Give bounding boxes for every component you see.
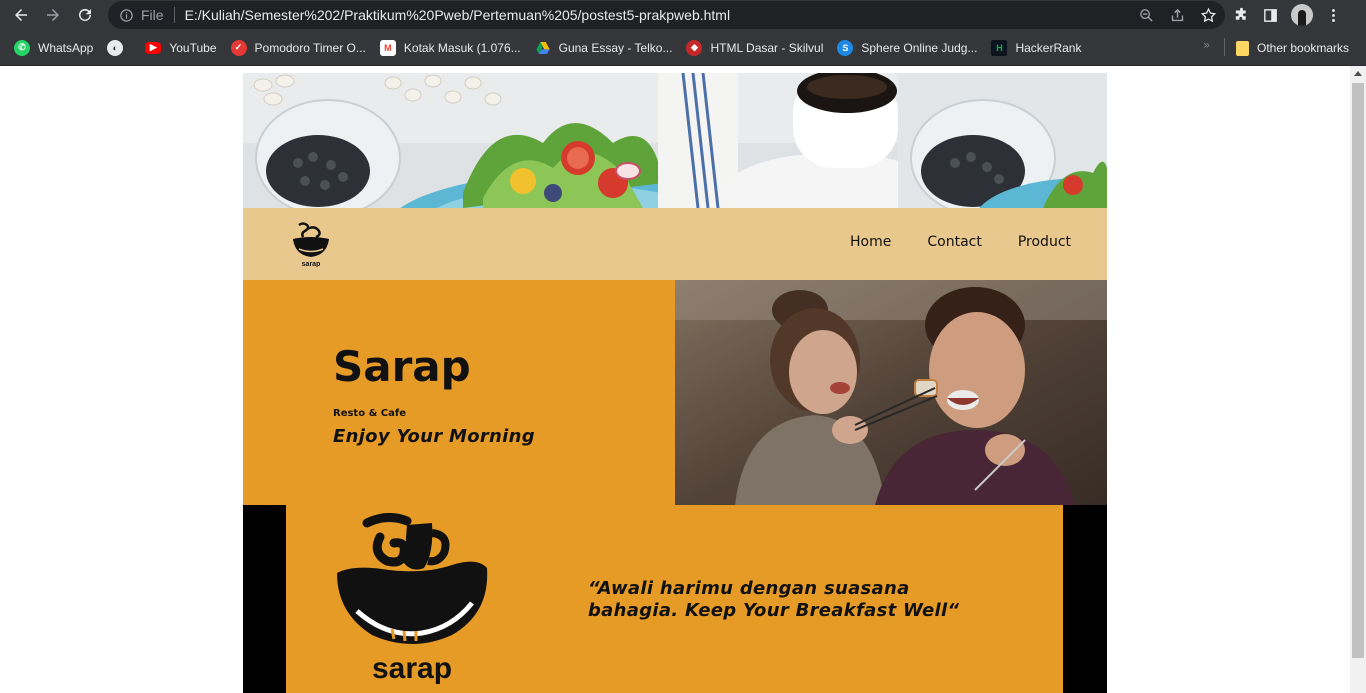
hero-couple-photo [675,280,1107,505]
url-text[interactable]: E:/Kuliah/Semester%202/Praktikum%20Pweb/… [185,7,731,23]
bookmark-pomodoro[interactable]: ✓ Pomodoro Timer O... [225,34,374,62]
bookmark-label: Sphere Online Judg... [861,40,978,55]
bookmark-skilvul[interactable]: ◆ HTML Dasar - Skilvul [680,34,831,62]
more-bookmarks-chevron-icon[interactable]: » [1203,38,1210,52]
bookmark-drive[interactable]: Guna Essay - Telko... [529,34,681,62]
profile-avatar[interactable] [1291,4,1313,26]
youtube-icon: ▶ [145,41,162,54]
nav-link-contact[interactable]: Contact [927,234,981,250]
star-icon[interactable] [1200,7,1217,24]
spoj-icon: S [837,39,854,56]
bookmark-label: Guna Essay - Telko... [558,40,673,55]
scrollbar-thumb[interactable] [1352,83,1364,658]
extensions-icon[interactable] [1233,7,1250,24]
bookmarks-bar: ✆ WhatsApp ◐ ▶ YouTube ✓ Pomodoro Timer … [0,30,1366,66]
info-icon[interactable] [118,7,134,23]
other-bookmarks-label: Other bookmarks [1257,41,1350,55]
whatsapp-icon: ✆ [14,39,30,56]
browser-toolbar: File E:/Kuliah/Semester%202/Praktikum%20… [0,0,1366,30]
reload-button[interactable] [69,0,101,30]
page-viewport: sarap Home Contact Product Sarap Resto &… [0,66,1350,693]
share-icon[interactable] [1169,7,1186,24]
globe-icon: ◐ [107,39,124,56]
arrow-right-icon [47,9,59,21]
menu-kebab-icon[interactable] [1325,7,1342,24]
nav-link-home[interactable]: Home [850,234,891,250]
hackerrank-icon: H [991,39,1008,56]
address-bar[interactable]: File E:/Kuliah/Semester%202/Praktikum%20… [108,1,1225,29]
bookmarks-divider [1224,38,1225,56]
svg-text:sarap: sarap [302,261,321,267]
quote-section: sarap “Awali harimu dengan suasana bahag… [243,505,1107,693]
bookmark-spoj[interactable]: S Sphere Online Judg... [831,34,985,62]
nav-links: Home Contact Product [850,234,1071,250]
url-separator [173,7,175,23]
side-panel-icon[interactable] [1262,7,1279,24]
nav-link-product[interactable]: Product [1018,234,1071,250]
bookmark-label: Pomodoro Timer O... [254,40,366,55]
skilvul-icon: ◆ [686,39,703,56]
bookmark-gmail[interactable]: M Kotak Masuk (1.076... [374,34,529,62]
back-button[interactable] [5,0,37,30]
other-bookmarks[interactable]: Other bookmarks [1230,34,1357,62]
url-scheme-label: File [141,7,164,23]
bookmark-label: WhatsApp [38,40,94,55]
bookmark-globe[interactable]: ◐ [101,34,139,62]
quote-text: “Awali harimu dengan suasana bahagia. Ke… [588,578,960,621]
drive-icon [535,40,551,56]
hero-text-panel: Sarap Resto & Cafe Enjoy Your Morning [243,280,675,505]
hero-subtitle: Resto & Cafe [333,408,406,419]
bookmark-hackerrank[interactable]: H HackerRank [985,34,1089,62]
pomodoro-icon: ✓ [230,39,247,56]
sarap-logo[interactable]: sarap [291,221,331,268]
hero-tagline: Enjoy Your Morning [333,426,535,447]
gmail-icon: M [379,39,396,56]
sarap-large-logo: sarap [332,513,492,688]
quote-panel: sarap “Awali harimu dengan suasana bahag… [286,505,1063,693]
header-banner-image [243,73,1107,208]
navbar: sarap Home Contact Product [243,208,1107,280]
folder-icon [1236,40,1249,56]
bookmark-label: HTML Dasar - Skilvul [710,40,824,55]
website: sarap Home Contact Product Sarap Resto &… [243,73,1107,693]
page-scrollbar[interactable] [1350,66,1366,693]
bookmark-whatsapp[interactable]: ✆ WhatsApp [8,34,101,62]
reload-icon [79,8,91,21]
zoom-icon[interactable] [1138,7,1155,24]
hero-title: Sarap [333,342,471,391]
arrow-left-icon [15,9,27,21]
svg-text:sarap: sarap [372,652,452,685]
bookmark-label: YouTube [169,40,217,55]
bookmark-label: Kotak Masuk (1.076... [403,40,521,55]
hero-section: Sarap Resto & Cafe Enjoy Your Morning [243,280,1107,505]
bookmark-label: HackerRank [1015,40,1082,55]
scroll-up-arrow-icon[interactable] [1354,71,1362,76]
forward-button[interactable] [37,0,69,30]
bookmark-youtube[interactable]: ▶ YouTube [139,34,224,62]
